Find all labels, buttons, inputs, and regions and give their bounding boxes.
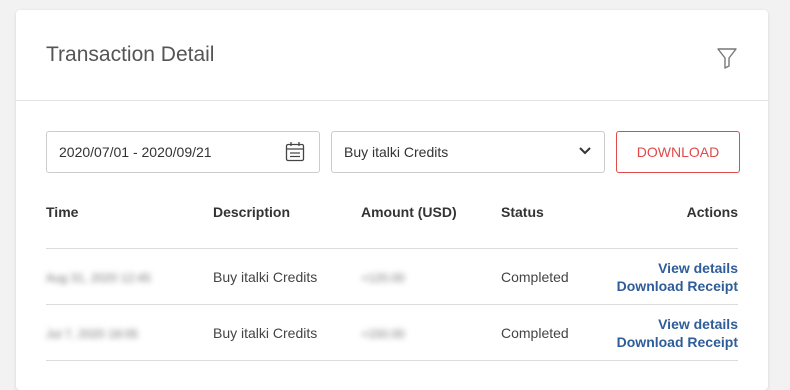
column-header-amount: Amount (USD) (361, 195, 501, 249)
view-details-link[interactable]: View details (616, 315, 738, 333)
cell-actions: View details Download Receipt (616, 304, 738, 361)
chevron-down-icon (579, 147, 591, 155)
cell-time: Aug 31, 2020 12:45 (46, 248, 213, 305)
table-header-row: Time Description Amount (USD) Status Act… (46, 195, 738, 249)
cell-actions: View details Download Receipt (616, 248, 738, 305)
column-header-time: Time (46, 195, 213, 249)
transactions-table: Time Description Amount (USD) Status Act… (46, 195, 738, 361)
date-range-value: 2020/07/01 - 2020/09/21 (59, 144, 212, 160)
column-header-actions: Actions (616, 195, 738, 249)
filter-controls: 2020/07/01 - 2020/09/21 Buy italki Credi… (46, 131, 740, 173)
download-button[interactable]: DOWNLOAD (616, 131, 740, 173)
download-receipt-link[interactable]: Download Receipt (616, 277, 738, 295)
transaction-card: Transaction Detail 2020/07/01 - 2020/09/… (16, 10, 768, 390)
date-range-input[interactable]: 2020/07/01 - 2020/09/21 (46, 131, 320, 173)
table-row: Jul 7, 2020 18:05 Buy italki Credits +15… (46, 304, 738, 361)
page-title: Transaction Detail (46, 43, 215, 66)
cell-description: Buy italki Credits (213, 304, 361, 361)
column-header-status: Status (501, 195, 616, 249)
card-header: Transaction Detail (16, 10, 768, 101)
cell-time: Jul 7, 2020 18:05 (46, 304, 213, 361)
cell-amount: +120.00 (361, 248, 501, 305)
cell-status: Completed (501, 304, 616, 361)
table-row: Aug 31, 2020 12:45 Buy italki Credits +1… (46, 248, 738, 305)
amount-value: +150.00 (361, 326, 405, 341)
cell-amount: +150.00 (361, 304, 501, 361)
amount-value: +120.00 (361, 270, 405, 285)
download-receipt-link[interactable]: Download Receipt (616, 333, 738, 351)
filter-icon[interactable] (716, 46, 738, 70)
cell-description: Buy italki Credits (213, 248, 361, 305)
calendar-icon (285, 142, 305, 162)
time-value: Jul 7, 2020 18:05 (46, 326, 139, 341)
time-value: Aug 31, 2020 12:45 (46, 270, 151, 285)
transaction-type-select[interactable]: Buy italki Credits (331, 131, 605, 173)
column-header-description: Description (213, 195, 361, 249)
transaction-type-value: Buy italki Credits (344, 144, 449, 160)
cell-status: Completed (501, 248, 616, 305)
view-details-link[interactable]: View details (616, 259, 738, 277)
